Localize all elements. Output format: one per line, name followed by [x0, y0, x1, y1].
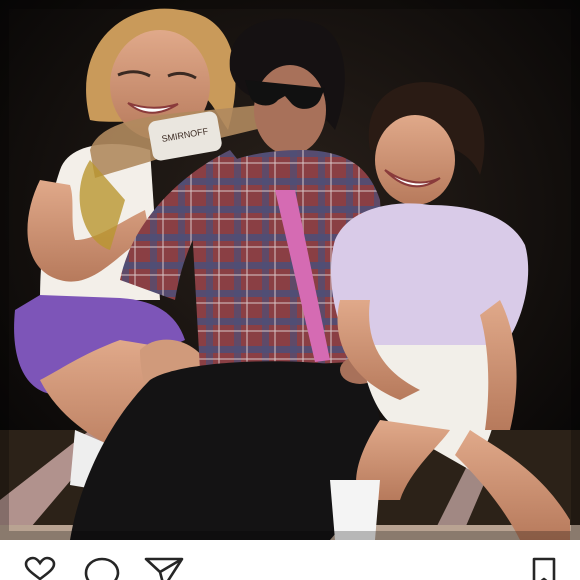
bookmark-icon[interactable] — [528, 557, 560, 580]
post-photo-illustration: SMIRNOFF — [0, 0, 580, 540]
heart-icon[interactable] — [20, 556, 60, 580]
comment-bubble-icon[interactable] — [82, 557, 122, 580]
paper-plane-icon[interactable] — [144, 557, 184, 580]
post-photo[interactable]: SMIRNOFF — [0, 0, 580, 540]
post-action-bar — [0, 540, 580, 580]
